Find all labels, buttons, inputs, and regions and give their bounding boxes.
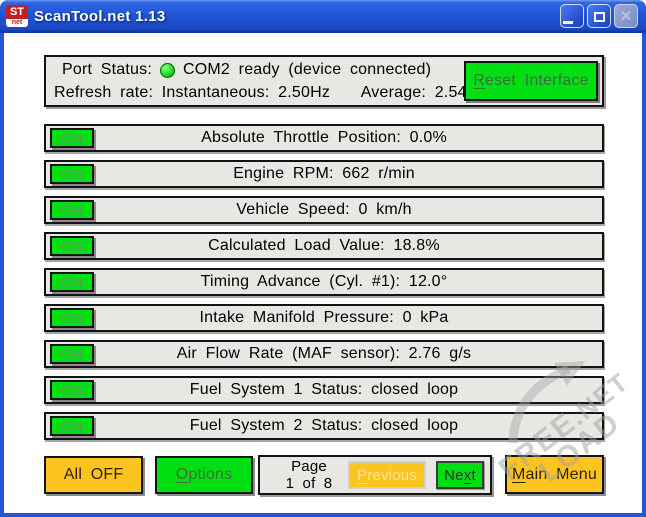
- sensor-label: Engine RPM: 662 r/min: [46, 162, 602, 186]
- sensor-row: ON Fuel System 2 Status: closed loop: [44, 412, 604, 440]
- close-button[interactable]: ✕: [614, 4, 638, 28]
- maximize-icon: [594, 12, 605, 22]
- previous-button[interactable]: Previous: [348, 461, 426, 489]
- sensor-label: Vehicle Speed: 0 km/h: [46, 198, 602, 222]
- page-panel: Page 1 of 8 Previous Next: [258, 455, 492, 495]
- sensor-row: ON Engine RPM: 662 r/min: [44, 160, 604, 188]
- client-area: Port Status: COM2 ready (device connecte…: [4, 33, 642, 513]
- app-window: ST net ScanTool.net 1.13 ✕ Port Status: …: [0, 0, 646, 517]
- next-button[interactable]: Next: [436, 461, 484, 489]
- sensor-row: ON Vehicle Speed: 0 km/h: [44, 196, 604, 224]
- app-icon-subtext: net: [6, 19, 28, 27]
- sensor-label: Fuel System 1 Status: closed loop: [46, 378, 602, 402]
- sensor-label: Absolute Throttle Position: 0.0%: [46, 126, 602, 150]
- sensor-row: ON Absolute Throttle Position: 0.0%: [44, 124, 604, 152]
- main-menu-button[interactable]: Main Menu: [505, 455, 604, 494]
- sensor-row: ON Intake Manifold Pressure: 0 kPa: [44, 304, 604, 332]
- all-off-button[interactable]: All OFF: [44, 456, 143, 494]
- page-value: 1 of 8: [272, 475, 346, 492]
- app-icon-text: ST: [6, 5, 28, 19]
- sensor-label: Air Flow Rate (MAF sensor): 2.76 g/s: [46, 342, 602, 366]
- next-label-post: t: [471, 467, 475, 484]
- sensor-label: Fuel System 2 Status: closed loop: [46, 414, 602, 438]
- options-mnemonic: O: [176, 466, 189, 483]
- port-status-value: COM2 ready (device connected): [183, 61, 431, 79]
- next-label-pre: Ne: [444, 467, 464, 484]
- main-menu-mnemonic: M: [512, 466, 526, 483]
- minimize-button[interactable]: [560, 4, 584, 28]
- refresh-rate-line: Refresh rate: Instantaneous: 2.50Hz Aver…: [54, 84, 487, 102]
- reset-interface-button[interactable]: Reset Interface: [464, 61, 598, 101]
- minimize-icon: [563, 21, 573, 24]
- sensor-label: Timing Advance (Cyl. #1): 12.0°: [46, 270, 602, 294]
- window-title: ScanTool.net 1.13: [34, 0, 166, 33]
- page-label: Page: [272, 458, 346, 475]
- previous-mnemonic: P: [357, 467, 367, 484]
- page-indicator: Page 1 of 8: [272, 458, 346, 492]
- close-icon: ✕: [620, 9, 633, 24]
- sensor-row: ON Calculated Load Value: 18.8%: [44, 232, 604, 260]
- sensor-label: Intake Manifold Pressure: 0 kPa: [46, 306, 602, 330]
- reset-button-label: eset Interface: [485, 72, 589, 89]
- reset-button-mnemonic: R: [473, 72, 485, 89]
- app-icon[interactable]: ST net: [6, 5, 28, 27]
- sensor-label: Calculated Load Value: 18.8%: [46, 234, 602, 258]
- options-label: ptions: [188, 466, 232, 483]
- sensor-row: ON Fuel System 1 Status: closed loop: [44, 376, 604, 404]
- maximize-button[interactable]: [587, 4, 611, 28]
- previous-label: revious: [367, 467, 417, 484]
- options-button[interactable]: Options: [155, 456, 253, 494]
- main-menu-label: ain Menu: [526, 466, 597, 483]
- status-led-icon: [160, 63, 175, 78]
- sensor-row: ON Air Flow Rate (MAF sensor): 2.76 g/s: [44, 340, 604, 368]
- sensor-row: ON Timing Advance (Cyl. #1): 12.0°: [44, 268, 604, 296]
- refresh-rate-label: Refresh rate: Instantaneous: 2.50Hz: [54, 84, 330, 101]
- port-status-label: Port Status:: [62, 61, 152, 79]
- title-bar[interactable]: ST net ScanTool.net 1.13 ✕: [0, 0, 646, 33]
- port-status-line: Port Status: COM2 ready (device connecte…: [62, 61, 431, 79]
- window-controls: ✕: [560, 4, 638, 28]
- port-status-panel: Port Status: COM2 ready (device connecte…: [44, 55, 604, 107]
